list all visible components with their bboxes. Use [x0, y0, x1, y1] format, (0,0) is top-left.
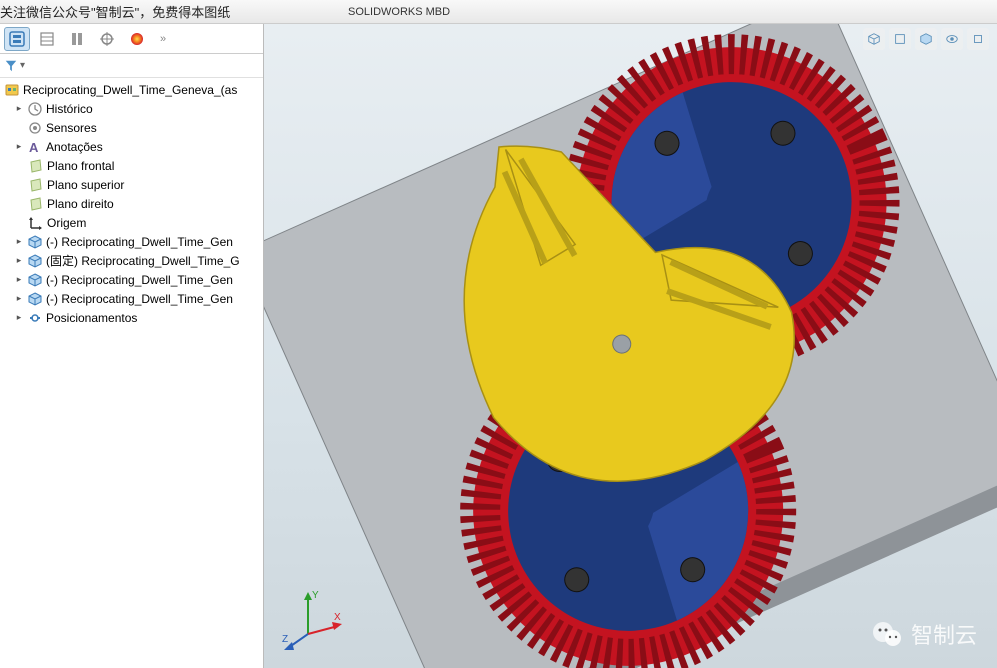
tree-item-mates[interactable]: ▸ Posicionamentos [0, 308, 263, 327]
tree-item-part-4[interactable]: ▸ (-) Reciprocating_Dwell_Time_Gen [0, 289, 263, 308]
tree-item-plano-direito[interactable]: Plano direito [0, 194, 263, 213]
model-scene [264, 24, 997, 668]
tree-item-origem[interactable]: Origem [0, 213, 263, 232]
feature-tree-tab[interactable] [4, 27, 30, 51]
plane-icon [28, 177, 44, 193]
tree-root[interactable]: Reciprocating_Dwell_Time_Geneva_(as [0, 80, 263, 99]
tree-item-part-1[interactable]: ▸ (-) Reciprocating_Dwell_Time_Gen [0, 232, 263, 251]
part-icon [27, 291, 43, 307]
tree-item-part-2[interactable]: ▸ (固定) Reciprocating_Dwell_Time_G [0, 251, 263, 270]
dimxpert-tab[interactable] [94, 27, 120, 51]
tree-item-anotacoes[interactable]: ▸ A Anotações [0, 137, 263, 156]
plane-icon [28, 158, 44, 174]
config-tab[interactable] [64, 27, 90, 51]
top-menu-bar: 关注微信公众号"智制云"，免费得本图纸 SOLIDWORKS MBD [0, 0, 997, 24]
part-icon [27, 234, 43, 250]
tree-item-plano-frontal[interactable]: Plano frontal [0, 156, 263, 175]
origin-icon [28, 215, 44, 231]
wechat-icon [871, 618, 903, 650]
overlay-text: 关注微信公众号"智制云"，免费得本图纸 [0, 2, 230, 21]
tree-item-sensores[interactable]: Sensores [0, 118, 263, 137]
plane-icon [28, 196, 44, 212]
history-icon [27, 101, 43, 117]
part-icon [27, 253, 43, 269]
property-tab[interactable] [34, 27, 60, 51]
tree-item-plano-superior[interactable]: Plano superior [0, 175, 263, 194]
mates-icon [27, 310, 43, 326]
3d-viewport[interactable]: Y X Z 智制云 [264, 24, 997, 668]
feature-manager-panel: » ▾ Reciprocating_Dwell_Time_Geneva_(as … [0, 24, 264, 668]
mbd-tab[interactable]: SOLIDWORKS MBD [348, 6, 450, 18]
appearance-tab[interactable] [124, 27, 150, 51]
funnel-icon [4, 59, 18, 73]
watermark: 智制云 [871, 618, 977, 650]
panel-tabs: » [0, 24, 263, 54]
triad[interactable]: Y X Z [278, 584, 348, 654]
annotation-icon: A [27, 139, 43, 155]
svg-text:A: A [29, 140, 39, 155]
part-icon [27, 272, 43, 288]
feature-tree[interactable]: Reciprocating_Dwell_Time_Geneva_(as ▸ Hi… [0, 78, 263, 668]
svg-text:Y: Y [312, 590, 319, 601]
tree-item-historico[interactable]: ▸ Histórico [0, 99, 263, 118]
tabs-overflow[interactable]: » [154, 33, 172, 45]
tree-item-part-3[interactable]: ▸ (-) Reciprocating_Dwell_Time_Gen [0, 270, 263, 289]
filter-row[interactable]: ▾ [0, 54, 263, 78]
svg-text:Z: Z [282, 634, 288, 645]
svg-text:X: X [334, 612, 341, 623]
sensor-icon [27, 120, 43, 136]
